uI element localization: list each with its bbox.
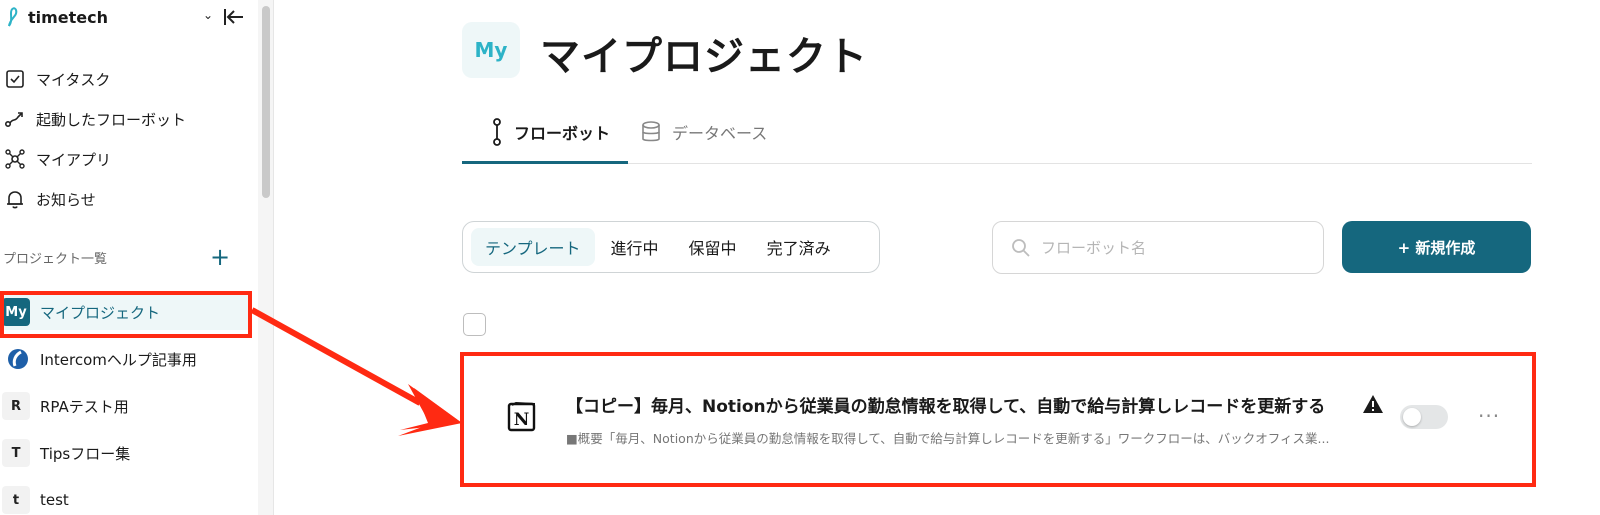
search-input[interactable]: [1041, 238, 1301, 257]
tab-label: フローボット: [514, 124, 611, 143]
network-icon: [5, 149, 25, 169]
nav-label: マイタスク: [36, 70, 111, 89]
project-badge: R: [2, 392, 30, 420]
nav-label: 起動したフローボット: [36, 110, 187, 129]
filter-on-hold[interactable]: 保留中: [675, 228, 751, 266]
project-label: test: [40, 491, 69, 509]
chevron-down-icon[interactable]: ⌄: [203, 8, 213, 22]
project-label: Intercomヘルプ記事用: [40, 350, 197, 369]
intercom-project-icon: [8, 349, 28, 369]
page-title: マイプロジェクト: [540, 34, 868, 80]
highlight-box-sidebar: [0, 291, 252, 338]
nav-my-tasks[interactable]: マイタスク: [4, 64, 110, 94]
tab-flowbot[interactable]: フローボット: [490, 112, 610, 152]
nav-label: マイアプリ: [36, 150, 112, 169]
filter-in-progress[interactable]: 進行中: [597, 228, 673, 266]
project-test[interactable]: t test: [2, 482, 69, 515]
project-tips[interactable]: T Tipsフロー集: [2, 435, 130, 471]
tab-bar: フローボット データベース: [462, 104, 1532, 164]
sidebar-scrollbar[interactable]: [258, 0, 274, 515]
new-flowbot-button[interactable]: + 新規作成: [1342, 221, 1531, 273]
filter-template[interactable]: テンプレート: [471, 228, 595, 266]
project-intercom[interactable]: Intercomヘルプ記事用: [6, 341, 197, 377]
brand-name: timetech: [28, 7, 109, 27]
nav-my-apps[interactable]: マイアプリ: [4, 144, 111, 174]
bell-icon: [7, 191, 23, 209]
nav-label: お知らせ: [36, 190, 96, 209]
scrollbar-thumb[interactable]: [262, 6, 270, 198]
projects-heading: プロジェクト一覧: [3, 252, 108, 267]
timetech-logo-icon: [8, 7, 18, 27]
project-badge: T: [2, 439, 30, 467]
tab-database[interactable]: データベース: [640, 112, 767, 152]
status-filter: テンプレート 進行中 保留中 完了済み: [462, 221, 880, 273]
flowbot-search: [992, 221, 1324, 274]
project-badge: t: [2, 486, 30, 514]
active-tab-indicator: [462, 161, 628, 164]
project-header-badge: My: [462, 22, 520, 78]
nav-notifications[interactable]: お知らせ: [4, 184, 96, 214]
project-rpa-test[interactable]: R RPAテスト用: [2, 388, 129, 424]
project-label: RPAテスト用: [40, 397, 129, 416]
nav-launched-flowbots[interactable]: 起動したフローボット: [4, 104, 186, 134]
flow-icon: [4, 112, 23, 128]
highlight-box-flowbot: [460, 352, 1536, 487]
brand[interactable]: timetech: [6, 4, 108, 30]
tab-label: データベース: [672, 124, 768, 143]
filter-completed[interactable]: 完了済み: [753, 228, 845, 266]
search-icon: [1012, 238, 1030, 257]
sidebar: timetech ⌄ マイタスク 起動したフローボット マイアプリ お知らせ プ…: [0, 0, 258, 515]
add-project-button[interactable]: +: [210, 245, 230, 269]
collapse-sidebar-icon[interactable]: [222, 6, 246, 28]
project-label: Tipsフロー集: [40, 444, 131, 463]
select-all-checkbox[interactable]: [463, 313, 486, 336]
checkbox-icon: [6, 70, 24, 88]
flowbot-icon: [493, 118, 501, 146]
database-icon: [642, 121, 660, 142]
